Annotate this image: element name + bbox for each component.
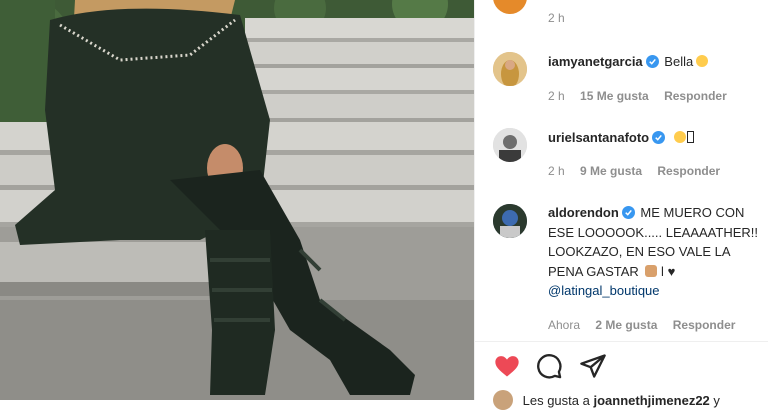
post-image [0, 0, 474, 400]
comment-likes[interactable]: 2 Me gusta [595, 318, 657, 332]
hand-emoji-icon [645, 264, 658, 277]
missing-glyph-icon [686, 131, 694, 143]
comment-body: Bella [664, 54, 694, 69]
reply-button[interactable]: Responder [657, 164, 720, 178]
share-icon [580, 354, 606, 378]
reply-button[interactable]: Responder [673, 318, 736, 332]
comment-meta: 2 h 9 Me gusta Responder [548, 164, 732, 178]
comment-button[interactable] [535, 352, 565, 382]
heart-eyes-emoji-icon [673, 131, 686, 143]
comment-text: urielsantanafoto [548, 128, 763, 148]
comment-likes[interactable]: 15 Me gusta [580, 89, 649, 103]
avatar[interactable] [493, 128, 527, 162]
avatar[interactable] [493, 52, 527, 86]
verified-badge-icon [652, 131, 666, 144]
comment-icon [537, 354, 562, 379]
comment-time: Ahora [548, 318, 581, 332]
comment-time: 2 h [548, 11, 565, 25]
verified-badge-icon [645, 55, 659, 68]
like-button[interactable] [493, 352, 523, 382]
heart-eyes-emoji-icon [696, 55, 709, 67]
heart-emoji-icon: ♥ [667, 263, 676, 279]
avatar[interactable] [493, 204, 527, 238]
comments-panel: 2 h iamyanetgarcia Bella 2 h 15 Me gusta… [474, 0, 768, 410]
comment-time: 2 h [548, 89, 565, 103]
comment-body-tail: l [661, 263, 664, 279]
comment-username[interactable]: urielsantanafoto [548, 130, 649, 145]
comment-text: iamyanetgarcia Bella [548, 52, 763, 72]
mention-link[interactable]: @latingal_boutique [548, 283, 660, 298]
comment-time: 2 h [548, 164, 565, 178]
comment-text: aldorendon ME MUERO CON ESE LOOOOOK.....… [548, 203, 763, 301]
post-photo[interactable] [0, 0, 474, 400]
reply-button[interactable]: Responder [664, 89, 727, 103]
share-button[interactable] [579, 352, 609, 382]
liked-by: Les gusta a joannethjimenez22 y [493, 390, 720, 410]
comment-meta: 2 h [548, 11, 577, 25]
liked-by-suffix: y [713, 393, 720, 408]
heart-icon [495, 356, 519, 377]
divider [475, 341, 768, 342]
verified-badge-icon [621, 206, 635, 219]
liked-by-user[interactable]: joannethjimenez22 [593, 393, 709, 408]
liked-by-prefix: Les gusta a [522, 393, 590, 408]
comment-likes[interactable]: 9 Me gusta [580, 164, 642, 178]
comment-username[interactable]: iamyanetgarcia [548, 54, 643, 69]
comment-username[interactable]: aldorendon [548, 205, 619, 220]
avatar [493, 390, 513, 410]
comment-meta: Ahora 2 Me gusta Responder [548, 318, 747, 332]
avatar[interactable] [493, 0, 527, 14]
comment-meta: 2 h 15 Me gusta Responder [548, 89, 739, 103]
